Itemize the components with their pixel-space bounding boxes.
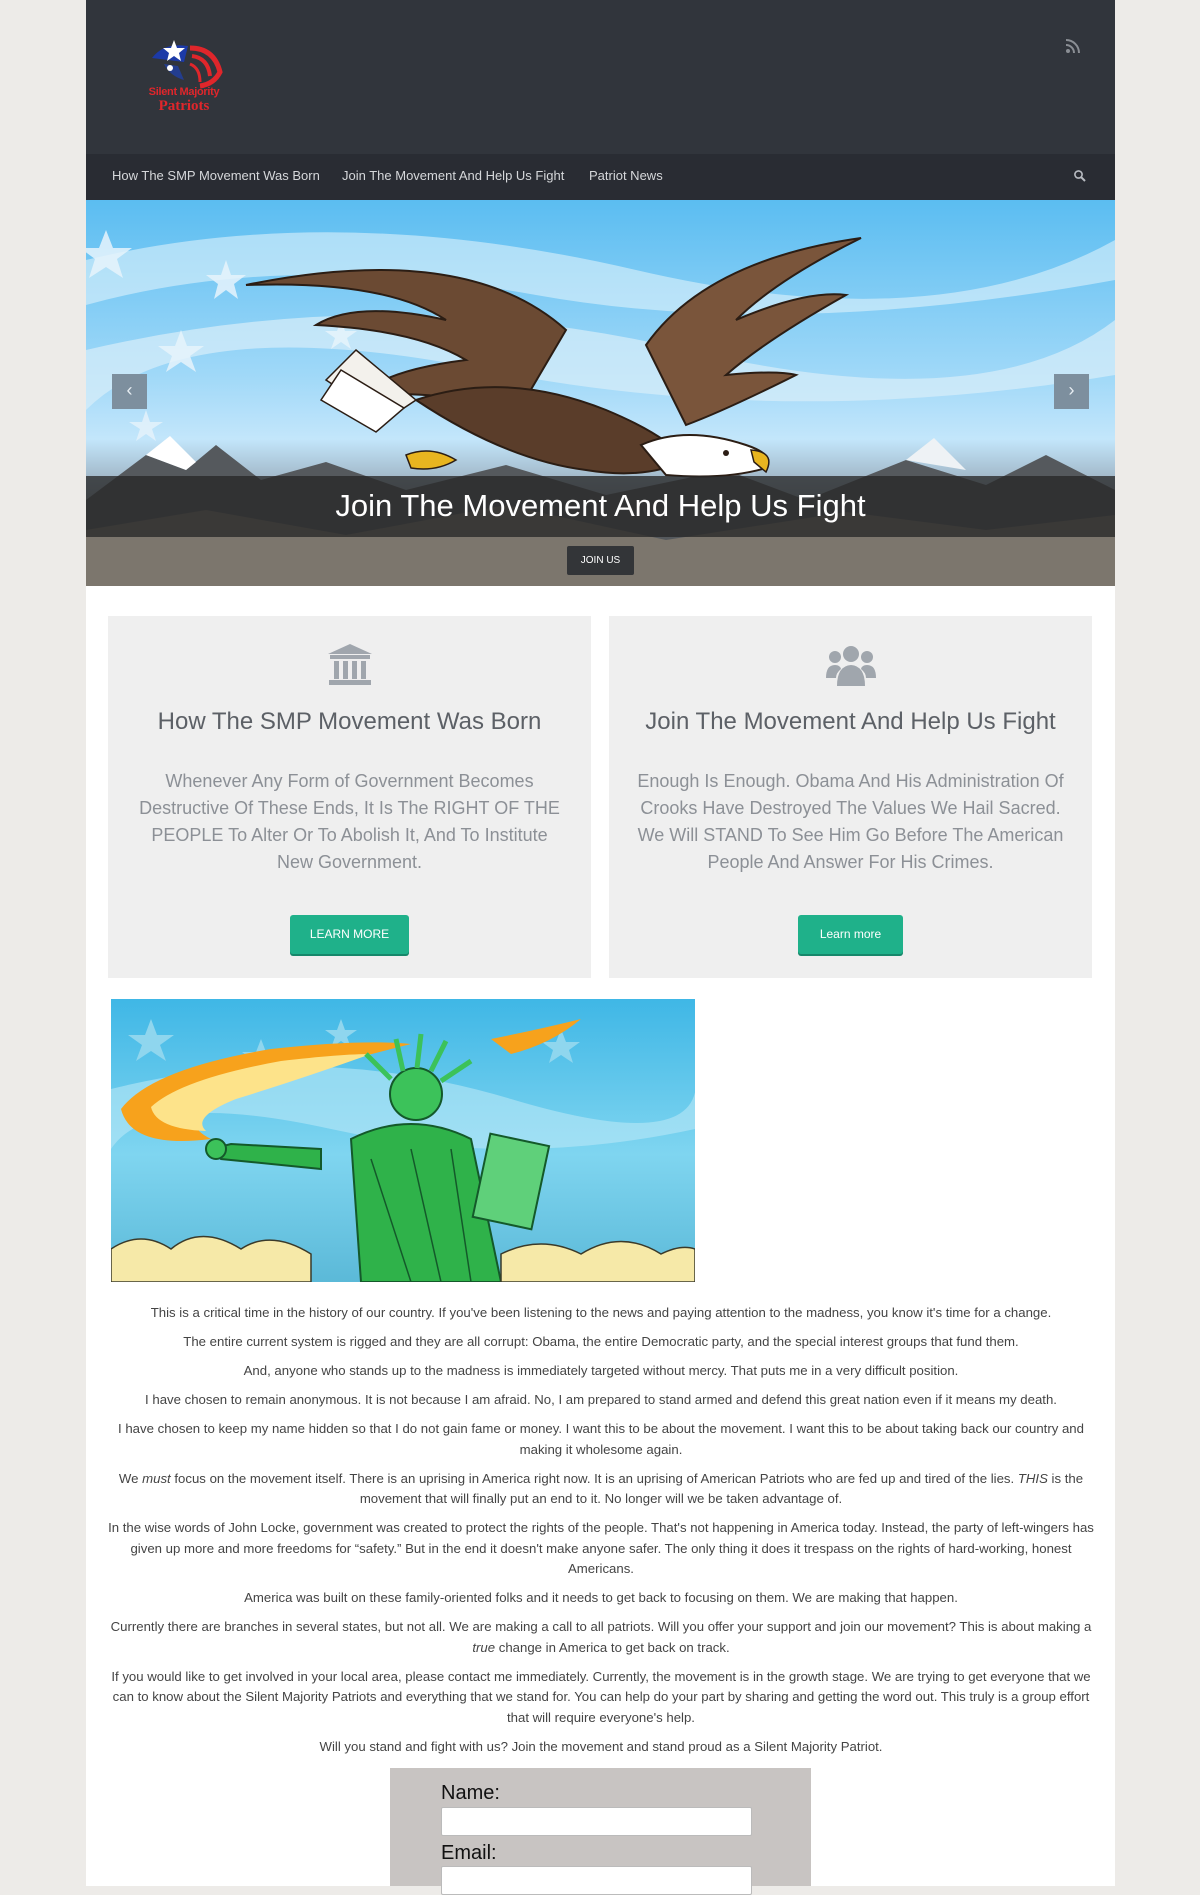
article-paragraph: If you would like to get involved in you… bbox=[111, 1668, 1091, 1725]
rss-icon[interactable] bbox=[1065, 38, 1081, 54]
article-paragraph: America was built on these family-orient… bbox=[244, 1590, 958, 1605]
page-container: Silent Majority Patriots How The SMP Mov… bbox=[86, 0, 1115, 1895]
email-field[interactable] bbox=[441, 1866, 752, 1895]
feature-title: How The SMP Movement Was Born bbox=[157, 708, 542, 735]
liberty-illustration bbox=[111, 1019, 695, 1282]
article-paragraph: I have chosen to keep my name hidden so … bbox=[118, 1421, 1084, 1457]
eagle-flag-logo-icon bbox=[152, 40, 223, 89]
logo-text-bottom: Patriots bbox=[158, 98, 210, 114]
nav-item-smp-born[interactable]: How The SMP Movement Was Born bbox=[112, 168, 320, 183]
article-paragraph: In the wise words of John Locke, governm… bbox=[108, 1520, 1094, 1576]
slider-next-button[interactable]: › bbox=[1054, 374, 1089, 409]
slider-prev-button[interactable]: ‹ bbox=[112, 374, 147, 409]
search-icon[interactable] bbox=[1073, 169, 1087, 183]
emphasis-text: true bbox=[472, 1639, 496, 1655]
emphasis-text: must bbox=[142, 1470, 171, 1486]
name-label: Name: bbox=[441, 1782, 500, 1804]
feature-title: Join The Movement And Help Us Fight bbox=[645, 708, 1056, 735]
slide-caption-bar: Join The Movement And Help Us Fight bbox=[86, 476, 1115, 537]
text-span: focus on the movement itself. There is a… bbox=[170, 1470, 1018, 1486]
email-label: Email: bbox=[441, 1842, 497, 1864]
site-logo[interactable]: Silent Majority Patriots bbox=[144, 36, 224, 118]
slide-caption-title: Join The Movement And Help Us Fight bbox=[335, 488, 866, 523]
hero-slider: ‹ › Join The Movement And Help Us Fight … bbox=[86, 200, 1115, 586]
article-paragraph: Currently there are branches in several … bbox=[106, 1617, 1096, 1658]
article-paragraph: The entire current system is rigged and … bbox=[183, 1334, 1019, 1349]
feature-box-smp-born: How The SMP Movement Was Born Whenever A… bbox=[108, 616, 591, 978]
feature-box-join-movement: Join The Movement And Help Us Fight Enou… bbox=[609, 616, 1092, 978]
name-field[interactable] bbox=[441, 1807, 752, 1836]
article-paragraph: And, anyone who stands up to the madness… bbox=[243, 1363, 959, 1378]
logo-text-top: Silent Majority bbox=[148, 86, 220, 98]
nav-item-join-movement[interactable]: Join The Movement And Help Us Fight bbox=[342, 168, 564, 183]
text-span: We bbox=[118, 1470, 143, 1486]
statue-of-liberty-image bbox=[111, 999, 695, 1282]
signup-form: Name: Email: bbox=[390, 1768, 811, 1895]
learn-more-button[interactable]: Learn more bbox=[798, 915, 903, 954]
article-paragraph: Will you stand and fight with us? Join t… bbox=[319, 1738, 883, 1754]
main-navigation: How The SMP Movement Was Born Join The M… bbox=[86, 154, 1115, 200]
nav-item-patriot-news[interactable]: Patriot News bbox=[589, 168, 663, 183]
emphasis-text: THIS bbox=[1017, 1470, 1048, 1486]
bank-icon bbox=[327, 644, 372, 685]
feature-text: Enough Is Enough. Obama And His Administ… bbox=[637, 771, 1064, 872]
text-span: change in America to get back on track. bbox=[495, 1639, 730, 1655]
article-body: This is a critical time in the history o… bbox=[106, 1303, 1096, 1766]
article-paragraph: I have chosen to remain anonymous. It is… bbox=[145, 1392, 1057, 1407]
article-paragraph: This is a critical time in the history o… bbox=[150, 1305, 1052, 1320]
learn-more-button[interactable]: LEARN MORE bbox=[290, 915, 409, 954]
group-icon bbox=[825, 646, 876, 686]
text-span: Currently there are branches in several … bbox=[110, 1619, 1092, 1634]
site-header: Silent Majority Patriots bbox=[86, 0, 1115, 154]
feature-text: Whenever Any Form of Government Becomes … bbox=[139, 771, 560, 872]
article-paragraph: We must focus on the movement itself. Th… bbox=[106, 1469, 1096, 1510]
join-us-button[interactable]: JOIN US bbox=[567, 546, 634, 575]
